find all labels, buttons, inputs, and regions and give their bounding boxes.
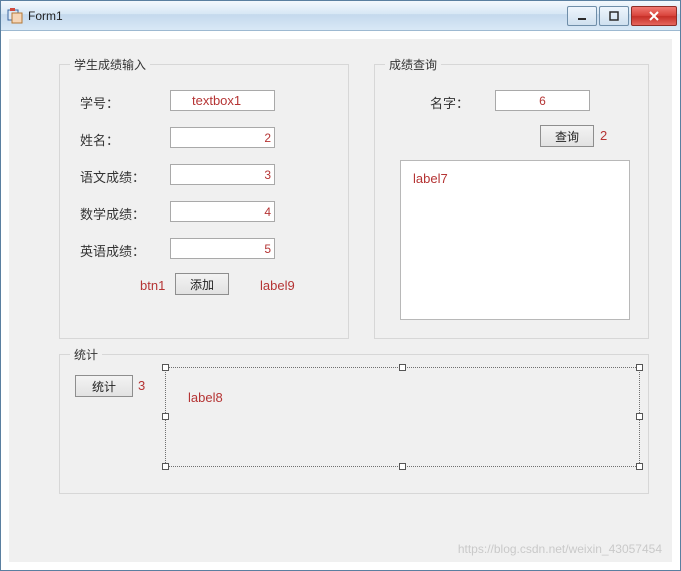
add-button[interactable]: 添加 xyxy=(175,273,229,295)
minimize-button[interactable] xyxy=(567,6,597,26)
watermark: https://blog.csdn.net/weixin_43057454 xyxy=(458,542,662,556)
window-title: Form1 xyxy=(28,9,567,23)
label-name: 姓名： xyxy=(80,130,119,149)
stat-button[interactable]: 统计 xyxy=(75,375,133,397)
annot-label8: label8 xyxy=(188,390,223,405)
group-statistics: 统计 统计 3 label8 xyxy=(59,354,649,494)
annot-textbox1: textbox1 xyxy=(192,93,241,108)
annot-btn1: btn1 xyxy=(140,278,165,293)
label-query-name: 名字： xyxy=(430,93,469,112)
label-english: 英语成绩： xyxy=(80,241,145,260)
maximize-button[interactable] xyxy=(599,6,629,26)
query-button[interactable]: 查询 xyxy=(540,125,594,147)
textbox-math[interactable] xyxy=(170,201,275,222)
annot-query-2: 2 xyxy=(600,128,607,143)
label-chinese: 语文成绩： xyxy=(80,167,145,186)
result-panel: label7 xyxy=(400,160,630,320)
textbox-english[interactable] xyxy=(170,238,275,259)
group-score-query-legend: 成绩查询 xyxy=(385,56,441,73)
close-button[interactable] xyxy=(631,6,677,26)
group-student-input: 学生成绩输入 学号： textbox1 姓名： 语文成绩： 数学成绩： 英语成绩… xyxy=(59,64,349,339)
client-area: 学生成绩输入 学号： textbox1 姓名： 语文成绩： 数学成绩： 英语成绩… xyxy=(9,39,672,562)
annot-stat-3: 3 xyxy=(138,378,145,393)
textbox-name[interactable] xyxy=(170,127,275,148)
label-student-id: 学号： xyxy=(80,93,119,112)
titlebar[interactable]: Form1 xyxy=(1,1,680,31)
form-icon xyxy=(7,8,23,24)
window-buttons xyxy=(567,6,678,26)
annot-label9: label9 xyxy=(260,278,295,293)
label8-selection-box[interactable]: label8 xyxy=(165,367,640,467)
textbox-query-name[interactable] xyxy=(495,90,590,111)
window-frame: Form1 学生成绩输入 学号： textbox1 姓名： 语文成绩： 数学成绩… xyxy=(0,0,681,571)
group-score-query: 成绩查询 名字： 查询 2 label7 xyxy=(374,64,649,339)
annot-label7: label7 xyxy=(413,171,448,186)
group-statistics-legend: 统计 xyxy=(70,346,102,363)
textbox-chinese[interactable] xyxy=(170,164,275,185)
label-math: 数学成绩： xyxy=(80,204,145,223)
group-student-input-legend: 学生成绩输入 xyxy=(70,56,150,73)
